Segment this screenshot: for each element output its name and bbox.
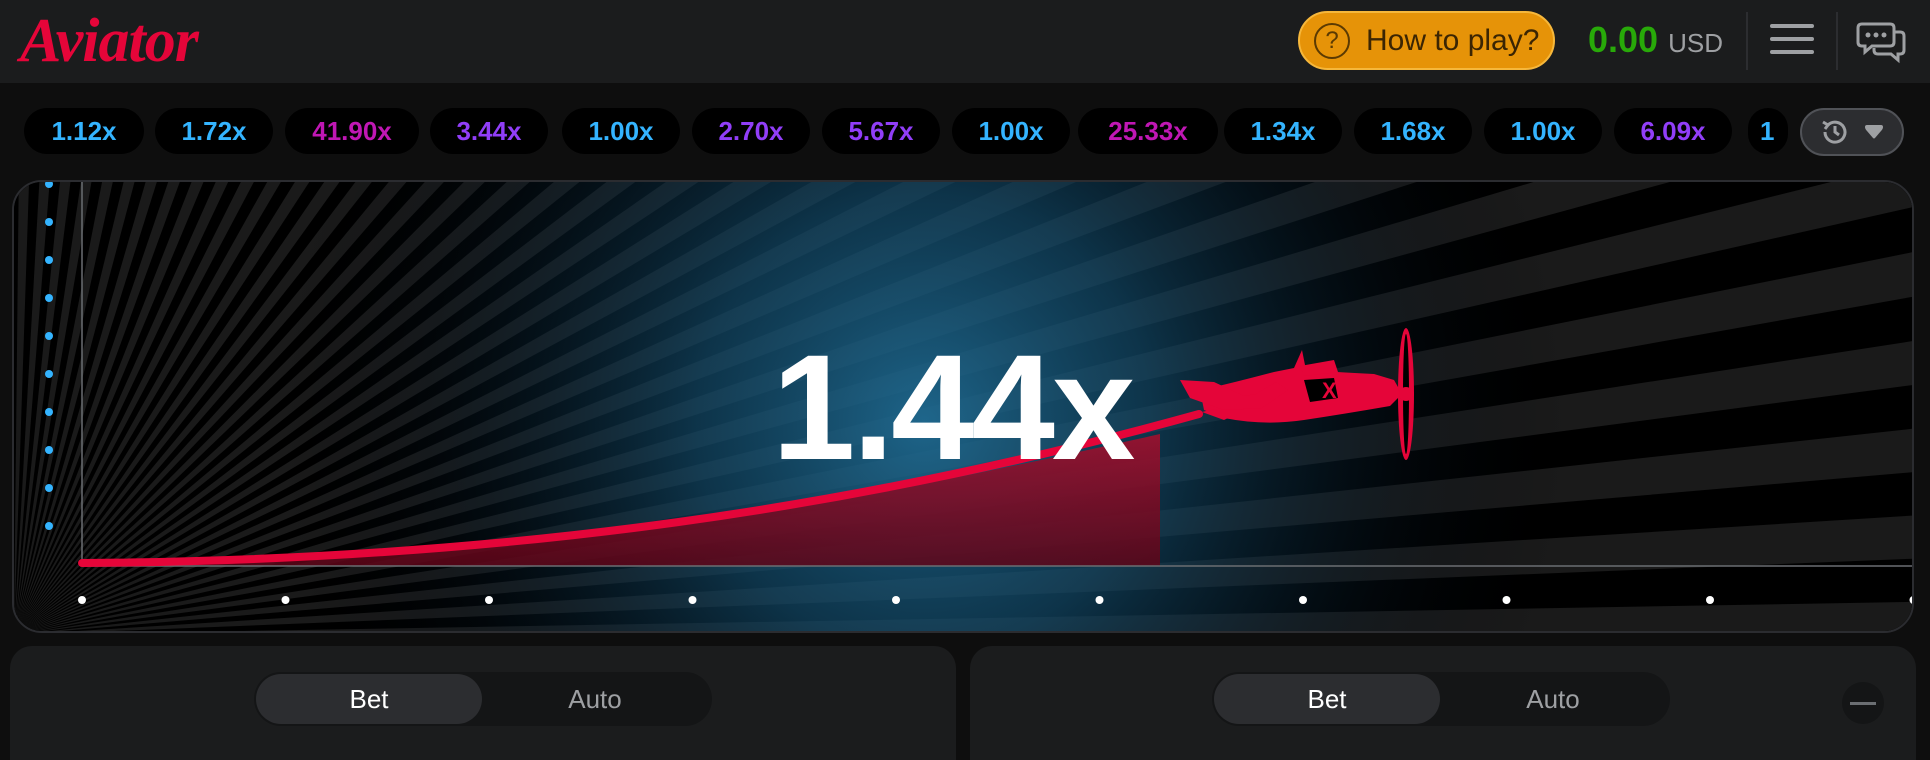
history-multiplier-pill[interactable]: 1.68x: [1354, 108, 1472, 154]
x-axis-dot: [892, 596, 900, 604]
bet-panel-1: Bet Auto: [10, 646, 956, 760]
question-circle-icon: ?: [1314, 22, 1350, 59]
how-to-play-button[interactable]: ? How to play?: [1298, 11, 1555, 70]
divider: [1836, 12, 1838, 70]
bet-mode-tabs: Bet Auto: [254, 672, 712, 726]
history-multiplier-pill[interactable]: 41.90x: [285, 108, 419, 154]
y-axis-dot: [45, 446, 53, 454]
history-multiplier-pill[interactable]: 1.34x: [1224, 108, 1342, 154]
x-axis-dot: [78, 596, 86, 604]
tab-bet[interactable]: Bet: [256, 674, 482, 724]
y-axis-dot: [45, 408, 53, 416]
remove-bet-panel-button[interactable]: [1842, 682, 1884, 724]
x-axis-dot: [1299, 596, 1307, 604]
chat-button[interactable]: [1856, 18, 1906, 64]
divider: [1746, 12, 1748, 70]
balance: 0.00 USD: [1588, 19, 1723, 65]
history-toggle-button[interactable]: [1800, 108, 1904, 156]
x-axis-dot: [1706, 596, 1714, 604]
x-axis-dot: [688, 596, 697, 604]
chat-icon: [1856, 22, 1906, 64]
x-axis-dot: [1095, 596, 1104, 604]
chevron-down-icon: [1865, 125, 1883, 139]
svg-text:X: X: [1322, 378, 1337, 403]
bet-mode-tabs: Bet Auto: [1212, 672, 1670, 726]
y-axis-dot: [45, 256, 53, 264]
y-axis-dot: [45, 522, 53, 530]
aviator-logo[interactable]: Aviator: [20, 8, 199, 74]
history-multiplier-pill[interactable]: 1.12x: [24, 108, 144, 154]
header: Aviator ? How to play? 0.00 USD: [0, 0, 1930, 83]
balance-currency: USD: [1668, 28, 1723, 58]
x-axis-dot: [1502, 596, 1511, 604]
how-to-play-label: How to play?: [1366, 23, 1540, 57]
tab-bet[interactable]: Bet: [1214, 674, 1440, 724]
y-axis-dot: [45, 294, 53, 302]
minus-icon: [1850, 701, 1876, 705]
history-multiplier-pill[interactable]: 25.33x: [1078, 108, 1218, 154]
history-multiplier-pill[interactable]: 1: [1748, 108, 1788, 154]
tab-auto[interactable]: Auto: [482, 674, 708, 724]
bet-panel-2: Bet Auto: [970, 646, 1916, 760]
history-multiplier-pill[interactable]: 1.00x: [562, 108, 680, 154]
history-multiplier-pill[interactable]: 6.09x: [1614, 108, 1732, 154]
y-axis-dot: [45, 332, 53, 340]
history-multiplier-pill[interactable]: 2.70x: [692, 108, 810, 154]
x-axis-dot: [485, 596, 493, 604]
balance-amount: 0.00: [1588, 19, 1659, 60]
y-axis-dot: [45, 218, 53, 226]
history-multiplier-pill[interactable]: 5.67x: [822, 108, 940, 154]
game-canvas: X 1.44x: [12, 180, 1914, 633]
y-axis-dot: [45, 484, 53, 492]
x-axis-dot: [281, 596, 290, 604]
multiplier-history: 1.12x 1.72x 41.90x 3.44x 1.00x 2.70x 5.67x 1.00…: [0, 100, 1930, 162]
menu-button[interactable]: [1766, 24, 1818, 60]
hamburger-icon: [1766, 24, 1818, 54]
history-multiplier-pill[interactable]: 3.44x: [430, 108, 548, 154]
history-multiplier-pill[interactable]: 1.00x: [1484, 108, 1602, 154]
history-multiplier-pill[interactable]: 1.00x: [952, 108, 1070, 154]
history-icon: [1822, 120, 1847, 144]
tab-auto[interactable]: Auto: [1440, 674, 1666, 724]
y-axis-dot: [45, 370, 53, 378]
current-multiplier: 1.44x: [772, 323, 1135, 491]
history-multiplier-pill[interactable]: 1.72x: [155, 108, 273, 154]
